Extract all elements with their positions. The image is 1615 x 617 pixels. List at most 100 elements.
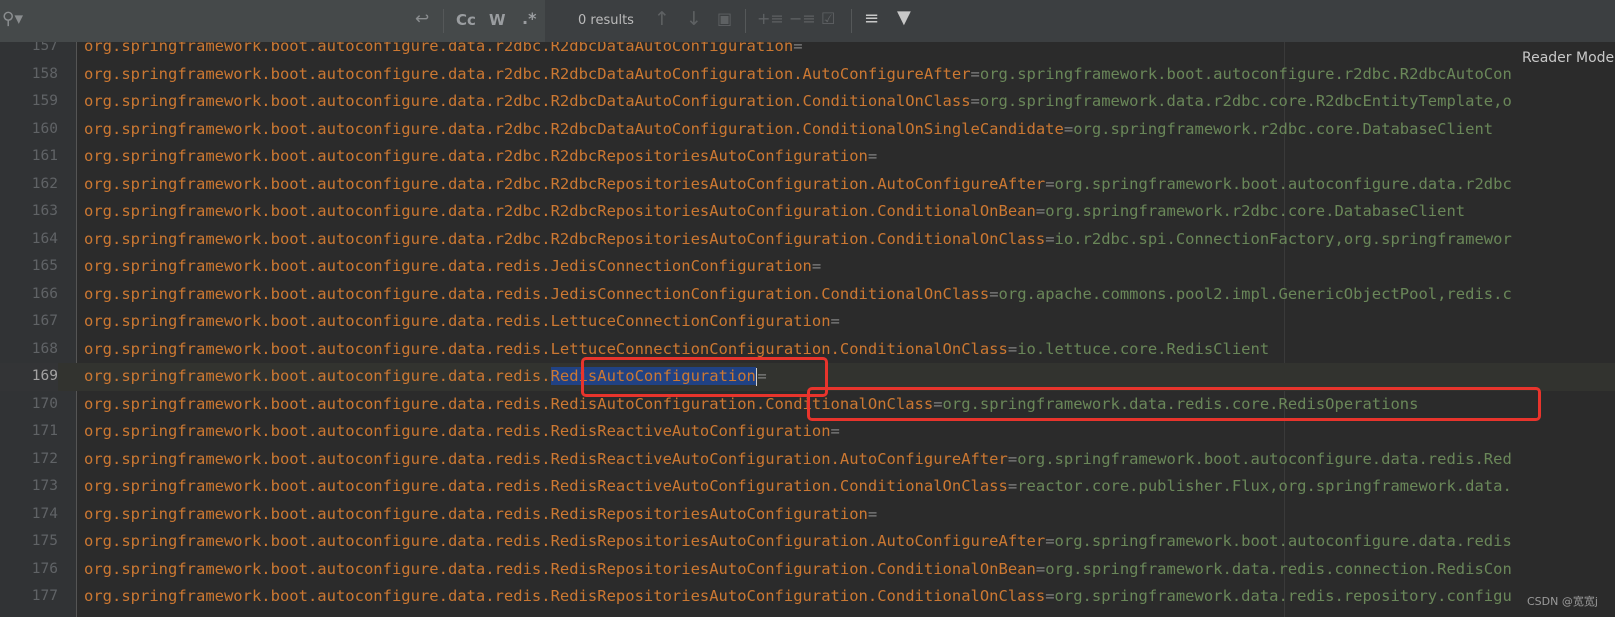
code-line[interactable]: 173 org.springframework.boot.autoconfigur…: [0, 473, 1615, 501]
property-value: org.springframework.data.r2dbc.core.R2db…: [979, 92, 1512, 110]
code-line[interactable]: 160 org.springframework.boot.autoconfigur…: [0, 116, 1615, 144]
filter-icon[interactable]: ▼: [897, 7, 911, 28]
line-number: 171: [31, 423, 58, 439]
equals-sign: =: [1007, 477, 1018, 495]
code-text: org.springframework.boot.autoconfigure.d…: [84, 198, 1465, 226]
code-line[interactable]: 172 org.springframework.boot.autoconfigur…: [0, 446, 1615, 474]
line-number: 162: [31, 175, 58, 192]
code-line[interactable]: 164 org.springframework.boot.autoconfigur…: [0, 226, 1615, 254]
line-number: 161: [31, 148, 58, 164]
reader-mode-toggle[interactable]: Reader Mode: [1522, 50, 1614, 66]
equals-sign: =: [811, 257, 822, 275]
property-key: org.springframework.boot.autoconfigure.d…: [84, 64, 971, 83]
code-line[interactable]: 157 org.springframework.boot.autoconfigur…: [0, 42, 1615, 61]
code-text: org.springframework.boot.autoconfigure.d…: [84, 42, 803, 61]
code-line[interactable]: 177 org.springframework.boot.autoconfigur…: [0, 583, 1615, 611]
property-value: org.springframework.r2dbc.core.DatabaseC…: [1073, 119, 1494, 138]
code-text: org.springframework.boot.autoconfigure.d…: [84, 501, 877, 529]
match-case-toggle[interactable]: Cc: [456, 11, 476, 29]
property-value: io.r2dbc.spi.ConnectionFactory,org.sprin…: [1054, 229, 1512, 248]
equals-sign: =: [1007, 339, 1018, 358]
search-toolbar: ⚲▾ ↩ Cc W .* 0 results ↑ ↓ ▣ +≡ −≡ ☑ ≡ ▼: [0, 0, 1615, 43]
arrow-up-icon[interactable]: ↑: [654, 8, 670, 30]
search-input[interactable]: ⚲▾ ↩ Cc W .*: [0, 0, 545, 42]
select-all-occurrences-icon[interactable]: ☑: [821, 9, 835, 28]
code-line[interactable]: 159 org.springframework.boot.autoconfigur…: [0, 88, 1615, 116]
equals-sign: =: [989, 284, 999, 303]
property-key: org.springframework.boot.autoconfigure.d…: [84, 312, 831, 330]
annotation-box-class-name: [581, 357, 828, 397]
line-number: 158: [31, 65, 58, 82]
open-in-window-icon[interactable]: ▣: [717, 9, 732, 28]
multiline-icon[interactable]: ≡: [864, 8, 879, 29]
property-value: org.springframework.data.redis.repositor…: [1054, 587, 1512, 605]
code-line[interactable]: 176 org.springframework.boot.autoconfigur…: [0, 556, 1615, 584]
property-value: org.springframework.boot.autoconfigure.r…: [979, 64, 1512, 83]
property-value: org.springframework.boot.autoconfigure.d…: [1054, 532, 1512, 550]
code-text: org.springframework.boot.autoconfigure.d…: [84, 226, 1512, 254]
code-line[interactable]: 165 org.springframework.boot.autoconfigur…: [0, 253, 1615, 281]
property-key: org.springframework.boot.autoconfigure.d…: [84, 92, 971, 110]
code-text: org.springframework.boot.autoconfigure.d…: [84, 556, 1512, 584]
arrow-down-icon[interactable]: ↓: [686, 8, 702, 30]
code-text: org.springframework.boot.autoconfigure.d…: [84, 583, 1512, 611]
regex-toggle[interactable]: .*: [522, 9, 536, 28]
property-key: org.springframework.boot.autoconfigure.d…: [84, 394, 934, 413]
code-text: org.springframework.boot.autoconfigure.d…: [84, 61, 1512, 89]
equals-sign: =: [867, 504, 878, 523]
property-value: org.springframework.data.redis.connectio…: [1045, 559, 1512, 578]
line-number: 166: [31, 285, 58, 302]
line-number: 157: [31, 42, 58, 54]
code-editor[interactable]: 157 org.springframework.boot.autoconfigur…: [0, 42, 1615, 617]
property-key: org.springframework.boot.autoconfigure.d…: [84, 42, 794, 55]
code-line[interactable]: 174 org.springframework.boot.autoconfigur…: [0, 501, 1615, 529]
code-line[interactable]: 158 org.springframework.boot.autoconfigur…: [0, 61, 1615, 89]
property-value: io.lettuce.core.RedisClient: [1017, 339, 1270, 358]
equals-sign: =: [830, 312, 840, 330]
property-key: org.springframework.boot.autoconfigure.d…: [84, 422, 831, 440]
add-selection-icon[interactable]: +≡: [757, 9, 784, 28]
equals-sign: =: [1035, 559, 1046, 578]
line-number: 163: [31, 203, 58, 219]
code-line[interactable]: 162 org.springframework.boot.autoconfigur…: [0, 171, 1615, 199]
property-value: org.apache.commons.pool2.impl.GenericObj…: [998, 284, 1512, 303]
property-key: org.springframework.boot.autoconfigure.d…: [84, 119, 1064, 138]
remove-selection-icon[interactable]: −≡: [789, 9, 816, 28]
code-text: org.springframework.boot.autoconfigure.d…: [84, 253, 821, 281]
property-key: org.springframework.boot.autoconfigure.d…: [84, 257, 812, 275]
search-icon[interactable]: ⚲▾: [2, 9, 23, 29]
equals-sign: =: [830, 422, 840, 440]
whole-words-toggle[interactable]: W: [489, 11, 506, 29]
code-line[interactable]: 163 org.springframework.boot.autoconfigur…: [0, 198, 1615, 226]
equals-sign: =: [1045, 229, 1055, 248]
property-key: org.springframework.boot.autoconfigure.d…: [84, 147, 868, 165]
wrap-icon[interactable]: ↩: [415, 9, 429, 29]
line-number: 177: [31, 588, 58, 604]
equals-sign: =: [1045, 587, 1055, 605]
line-number: 174: [31, 505, 58, 522]
equals-sign: =: [1045, 532, 1055, 550]
line-number: 173: [31, 478, 58, 494]
property-value: org.springframework.boot.autoconfigure.d…: [1054, 174, 1512, 193]
property-key: org.springframework.boot.autoconfigure.d…: [84, 229, 1046, 248]
equals-sign: =: [867, 147, 878, 165]
property-key: org.springframework.boot.autoconfigure.d…: [84, 477, 1008, 495]
property-key: org.springframework.boot.autoconfigure.d…: [84, 367, 551, 385]
code-line[interactable]: 171 org.springframework.boot.autoconfigur…: [0, 418, 1615, 446]
code-line[interactable]: 166 org.springframework.boot.autoconfigur…: [0, 281, 1615, 309]
code-text: org.springframework.boot.autoconfigure.d…: [84, 116, 1493, 144]
search-results-count: 0 results: [578, 13, 634, 28]
property-key: org.springframework.boot.autoconfigure.d…: [84, 532, 1046, 550]
code-text: org.springframework.boot.autoconfigure.d…: [84, 143, 877, 171]
code-line[interactable]: 161 org.springframework.boot.autoconfigur…: [0, 143, 1615, 171]
property-value: org.springframework.boot.autoconfigure.d…: [1017, 449, 1512, 468]
code-line[interactable]: 175 org.springframework.boot.autoconfigur…: [0, 528, 1615, 556]
property-key: org.springframework.boot.autoconfigure.d…: [84, 284, 990, 303]
property-value: org.springframework.r2dbc.core.DatabaseC…: [1045, 202, 1466, 220]
property-key: org.springframework.boot.autoconfigure.d…: [84, 174, 1046, 193]
equals-sign: =: [1007, 449, 1018, 468]
code-line[interactable]: 167 org.springframework.boot.autoconfigur…: [0, 308, 1615, 336]
property-key: org.springframework.boot.autoconfigure.d…: [84, 202, 1036, 220]
code-text: org.springframework.boot.autoconfigure.d…: [84, 281, 1512, 309]
property-value: reactor.core.publisher.Flux,org.springfr…: [1017, 477, 1512, 495]
